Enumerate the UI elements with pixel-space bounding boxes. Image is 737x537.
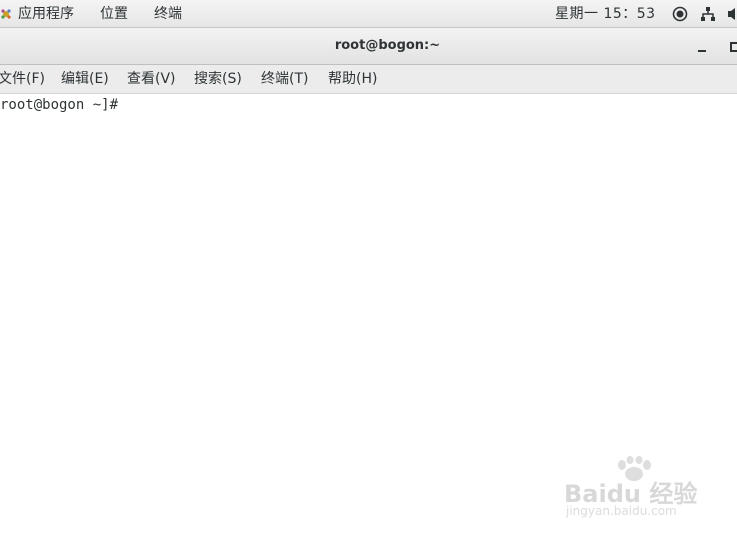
menu-terminal[interactable]: 终端(T) bbox=[261, 70, 308, 88]
terminal-prompt: root@bogon ~]# bbox=[0, 96, 134, 114]
places-menu[interactable]: 位置 bbox=[100, 5, 128, 23]
applications-icon[interactable] bbox=[0, 8, 12, 20]
network-icon[interactable] bbox=[700, 6, 716, 22]
maximize-button[interactable] bbox=[728, 40, 737, 54]
watermark-url: jingyan.baidu.com bbox=[566, 504, 677, 518]
top-panel: 应用程序 位置 终端 星期一 15：53 bbox=[0, 0, 737, 28]
baidu-watermark: Baidu 经验 jingyan.baidu.com bbox=[560, 456, 710, 520]
menu-help[interactable]: 帮助(H) bbox=[328, 70, 377, 88]
terminal-cursor bbox=[126, 96, 134, 112]
applications-menu[interactable]: 应用程序 bbox=[18, 5, 74, 23]
menu-edit[interactable]: 编辑(E) bbox=[61, 70, 109, 88]
menu-bar: 文件(F) 编辑(E) 查看(V) 搜索(S) 终端(T) 帮助(H) bbox=[0, 65, 737, 94]
window-title: root@bogon:~ bbox=[334, 38, 441, 53]
menu-search[interactable]: 搜索(S) bbox=[194, 70, 242, 88]
minimize-button[interactable] bbox=[695, 40, 709, 54]
terminal-menu[interactable]: 终端 bbox=[154, 5, 182, 23]
menu-view[interactable]: 查看(V) bbox=[127, 70, 176, 88]
accessibility-icon[interactable] bbox=[672, 6, 688, 22]
volume-icon[interactable] bbox=[727, 6, 737, 22]
menu-file[interactable]: 文件(F) bbox=[0, 70, 45, 88]
prompt-text: root@bogon ~]# bbox=[0, 97, 127, 113]
window-title-bar[interactable]: root@bogon:~ bbox=[0, 28, 737, 65]
clock[interactable]: 星期一 15：53 bbox=[555, 5, 656, 23]
